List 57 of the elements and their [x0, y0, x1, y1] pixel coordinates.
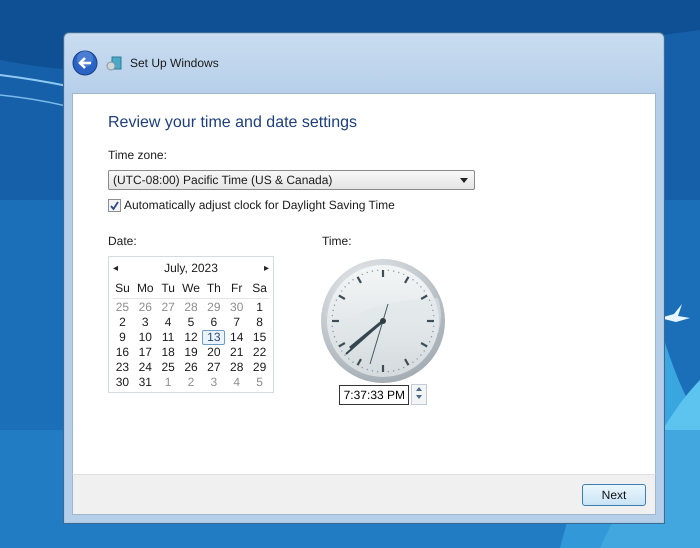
calendar-day[interactable]: 11 — [156, 330, 180, 345]
calendar-day[interactable]: 14 — [225, 330, 248, 345]
calendar-day[interactable]: 15 — [248, 330, 271, 345]
time-spinner[interactable] — [411, 384, 427, 405]
calendar-day[interactable]: 23 — [111, 360, 134, 375]
calendar-day[interactable]: 10 — [134, 330, 157, 345]
calendar-day[interactable]: 27 — [202, 360, 226, 375]
weekday-label: We — [181, 281, 201, 297]
calendar-day[interactable]: 4 — [156, 315, 180, 330]
calendar-day[interactable]: 30 — [111, 375, 134, 390]
calendar-day[interactable]: 8 — [248, 315, 271, 330]
calendar-day[interactable]: 17 — [134, 345, 157, 360]
calendar-day[interactable]: 3 — [134, 315, 157, 330]
calendar-day[interactable]: 31 — [134, 375, 157, 390]
previous-month-button[interactable]: ◂ — [113, 262, 118, 274]
calendar-day[interactable]: 5 — [180, 315, 202, 330]
calendar-day[interactable]: 28 — [225, 360, 248, 375]
calendar-day[interactable]: 19 — [180, 345, 202, 360]
month-title[interactable]: July, 2023 — [164, 261, 218, 275]
time-zone-dropdown[interactable]: (UTC-08:00) Pacific Time (US & Canada) — [108, 170, 475, 190]
calendar-day[interactable]: 1 — [248, 300, 271, 315]
calendar-day[interactable]: 22 — [248, 345, 271, 360]
calendar-day[interactable]: 13 — [202, 330, 226, 345]
calendar-day[interactable]: 2 — [111, 315, 134, 330]
checkbox[interactable] — [108, 198, 121, 212]
up-arrow-icon — [413, 385, 425, 393]
setup-icon — [106, 55, 122, 71]
back-button[interactable] — [72, 50, 98, 76]
calendar-day[interactable]: 20 — [202, 345, 226, 360]
calendar-day[interactable]: 29 — [248, 360, 271, 375]
calendar-day[interactable]: 12 — [180, 330, 202, 345]
calendar-day[interactable]: 26 — [180, 360, 202, 375]
page-heading: Review your time and date settings — [108, 114, 358, 132]
dropdown-arrow-icon — [460, 178, 468, 182]
time-zone-label: Time zone: — [108, 148, 167, 162]
date-label: Date: — [108, 234, 138, 248]
weekday-label: Sa — [251, 281, 268, 297]
time-label: Time: — [322, 234, 352, 248]
calendar-day[interactable]: 6 — [202, 315, 226, 330]
calendar-day[interactable]: 16 — [111, 345, 134, 360]
next-button[interactable]: Next — [582, 484, 646, 506]
next-month-button[interactable]: ▸ — [264, 262, 269, 274]
calendar-day[interactable]: 25 — [156, 360, 180, 375]
calendar-day[interactable]: 21 — [225, 345, 248, 360]
window-title: Set Up Windows — [130, 56, 219, 70]
weekday-label: Su — [114, 281, 131, 297]
time-field[interactable]: 7:37:33 PM — [339, 384, 409, 404]
weekday-label: Th — [206, 281, 222, 297]
weekday-label: Mo — [136, 281, 155, 297]
weekday-label: Tu — [160, 281, 176, 297]
down-arrow-icon — [413, 393, 425, 401]
calendar-day[interactable]: 18 — [156, 345, 180, 360]
daylight-checkbox[interactable]: Automatically adjust clock for Daylight Saving Time — [108, 198, 395, 212]
weekday-label: Fr — [230, 281, 244, 297]
calendar-day[interactable]: 9 — [111, 330, 134, 345]
calendar-day[interactable]: 7 — [225, 315, 248, 330]
calendar-day[interactable]: 24 — [134, 360, 157, 375]
